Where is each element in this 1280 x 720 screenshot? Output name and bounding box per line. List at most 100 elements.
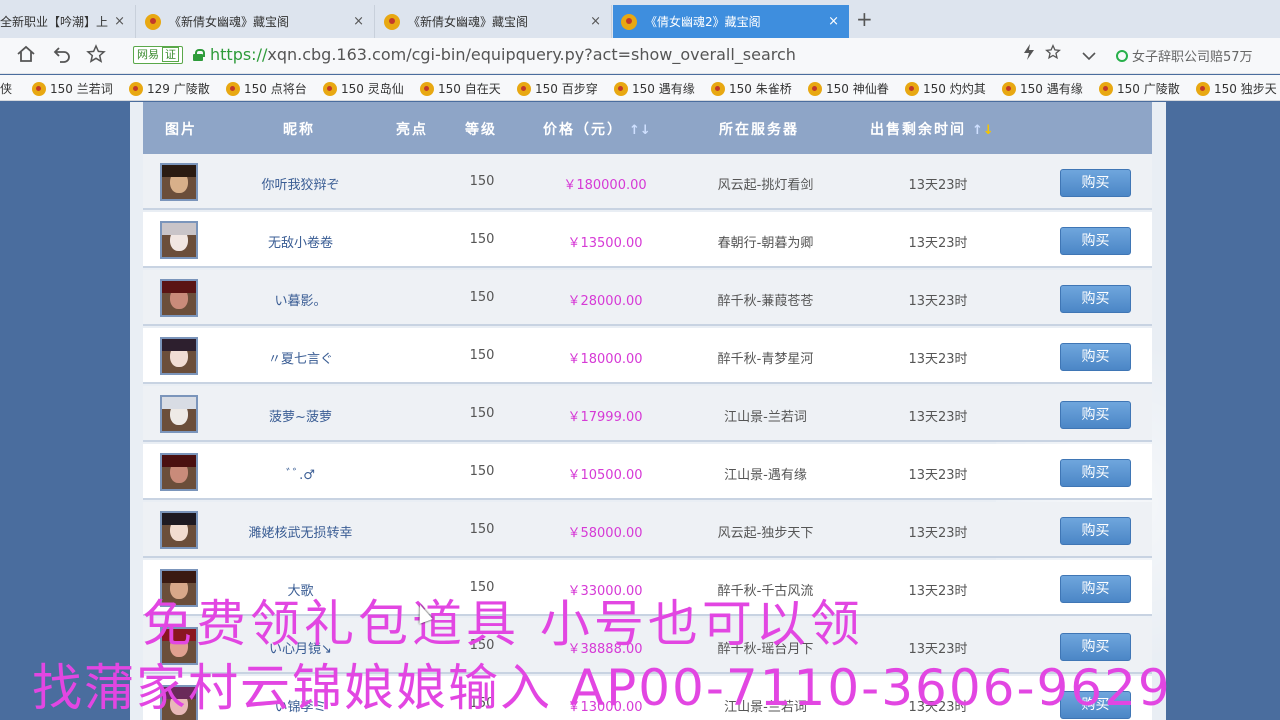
bookmark-label: 150 朱雀桥 <box>729 82 792 96</box>
character-name[interactable]: い暮影。 <box>213 290 388 309</box>
bookmark-item[interactable]: 150 遇有缘 <box>1002 80 1083 97</box>
tab-title: 《新倩女幽魂》藏宝阁 <box>408 15 529 29</box>
buy-button[interactable]: 购买 <box>1060 169 1131 197</box>
character-avatar[interactable] <box>160 337 198 375</box>
bookmark-item[interactable]: 129 广陵散 <box>129 80 210 97</box>
sort-arrows-icon[interactable]: ↑↓ <box>972 123 994 138</box>
buy-button[interactable]: 购买 <box>1060 343 1131 371</box>
bookmark-favicon-icon <box>905 81 919 96</box>
bookmark-label: 150 灼灼其 <box>923 82 986 96</box>
table-row[interactable]: い暮影。 150 ￥28000.00 醉千秋-蒹葭苍苍 13天23时 购买 <box>143 270 1152 326</box>
close-icon[interactable]: × <box>828 14 839 29</box>
star-icon[interactable] <box>86 44 106 69</box>
home-icon[interactable] <box>16 44 36 69</box>
character-avatar[interactable] <box>160 395 198 433</box>
bookmark-favicon-icon <box>129 81 143 96</box>
bookmark-item[interactable]: 150 灼灼其 <box>905 80 986 97</box>
bookmark-item[interactable]: 150 点将台 <box>226 80 307 97</box>
bookmark-item[interactable]: 150 自在天 <box>420 80 501 97</box>
character-server: 醉千秋-蒹葭苍苍 <box>717 294 814 309</box>
bookmark-label: 150 兰若词 <box>50 82 113 96</box>
bookmark-item[interactable]: 150 兰若词 <box>32 80 113 97</box>
character-name[interactable]: 菠萝~菠萝 <box>213 406 388 425</box>
character-level: 150 <box>469 464 495 479</box>
remaining-time: 13天23时 <box>908 526 968 541</box>
bookmarks-bar: 侠 150 兰若词 129 广陵散 150 点将台 150 灵岛仙 150 自在… <box>0 75 1280 101</box>
character-avatar[interactable] <box>160 163 198 201</box>
character-name[interactable]: 〃夏七言ぐ <box>213 348 388 367</box>
sort-arrows-icon[interactable]: ↑↓ <box>629 123 651 138</box>
bookmark-label: 150 广陵散 <box>1117 82 1180 96</box>
character-price: ￥180000.00 <box>563 178 647 193</box>
bookmark-item[interactable]: 150 遇有缘 <box>614 80 695 97</box>
url-protocol: https:// <box>210 45 268 64</box>
table-row[interactable]: 你听我狡辩ぞ 150 ￥180000.00 风云起-挑灯看剑 13天23时 购买 <box>143 154 1152 210</box>
character-name[interactable]: 濉姥核武无损转幸 <box>213 522 388 541</box>
close-icon[interactable]: × <box>114 14 125 29</box>
bookmark-star-icon[interactable] <box>1045 44 1061 64</box>
buy-button[interactable]: 购买 <box>1060 517 1131 545</box>
character-level: 150 <box>469 232 495 247</box>
bookmark-label: 150 神仙眷 <box>826 82 889 96</box>
bookmark-item[interactable]: 150 神仙眷 <box>808 80 889 97</box>
buy-button[interactable]: 购买 <box>1060 459 1131 487</box>
header-highlight: 亮点 <box>396 122 428 138</box>
lock-icon <box>193 49 205 61</box>
bookmark-label: 150 遇有缘 <box>1020 82 1083 96</box>
close-icon[interactable]: × <box>590 14 601 29</box>
character-server: 风云起-独步天下 <box>717 526 814 541</box>
header-price-label: 价格（元） <box>543 122 623 138</box>
buy-button[interactable]: 购买 <box>1060 285 1131 313</box>
chevron-down-icon[interactable] <box>1082 47 1096 65</box>
remaining-time: 13天23时 <box>908 236 968 251</box>
character-name[interactable]: 无敌小卷卷 <box>213 232 388 251</box>
bookmark-item[interactable]: 150 朱雀桥 <box>711 80 792 97</box>
browser-tab-4-active[interactable]: 《倩女幽魂2》藏宝阁 × <box>613 5 849 38</box>
game-favicon-icon <box>384 13 400 30</box>
search-suggestion[interactable]: 女子辞职公司赔57万 <box>1116 46 1253 65</box>
bookmark-item[interactable]: 150 百步穿 <box>517 80 598 97</box>
table-row[interactable]: ﾞﾞ.♂ 150 ￥10500.00 江山景-遇有缘 13天23时 购买 <box>143 444 1152 500</box>
character-level: 150 <box>469 174 495 189</box>
bookmark-label: 150 点将台 <box>244 82 307 96</box>
table-row[interactable]: 菠萝~菠萝 150 ￥17999.00 江山景-兰若词 13天23时 购买 <box>143 386 1152 442</box>
bookmark-favicon-icon <box>1196 81 1210 96</box>
remaining-time: 13天23时 <box>908 352 968 367</box>
table-row[interactable]: 无敌小卷卷 150 ￥13500.00 春朝行-朝暮为卿 13天23时 购买 <box>143 212 1152 268</box>
character-avatar[interactable] <box>160 279 198 317</box>
remaining-time: 13天23时 <box>908 410 968 425</box>
back-icon[interactable] <box>52 44 72 69</box>
character-avatar[interactable] <box>160 511 198 549</box>
close-icon[interactable]: × <box>353 14 364 29</box>
bookmark-item[interactable]: 150 独步天 <box>1196 80 1277 97</box>
buy-button[interactable]: 购买 <box>1060 401 1131 429</box>
browser-tab-1[interactable]: 全新职业【吟潮】上 × <box>0 5 136 38</box>
character-name[interactable]: ﾞﾞ.♂ <box>213 464 388 483</box>
buy-button[interactable]: 购买 <box>1060 575 1131 603</box>
bookmark-item[interactable]: 150 广陵散 <box>1099 80 1180 97</box>
new-tab-button[interactable]: + <box>856 9 873 29</box>
header-price[interactable]: 价格（元） ↑↓ <box>543 119 651 139</box>
bookmark-label: 150 独步天 <box>1214 82 1277 96</box>
character-level: 150 <box>469 522 495 537</box>
browser-tab-3[interactable]: 《新倩女幽魂》藏宝阁 × <box>376 5 612 38</box>
remaining-time: 13天23时 <box>908 178 968 193</box>
url-text[interactable]: https://xqn.cbg.163.com/cgi-bin/equipque… <box>210 45 796 64</box>
character-name[interactable]: 你听我狡辩ぞ <box>213 174 388 193</box>
character-avatar[interactable] <box>160 453 198 491</box>
table-row[interactable]: 〃夏七言ぐ 150 ￥18000.00 醉千秋-青梦星河 13天23时 购买 <box>143 328 1152 384</box>
browser-tab-2[interactable]: 《新倩女幽魂》藏宝阁 × <box>137 5 375 38</box>
header-time[interactable]: 出售剩余时间 ↑↓ <box>870 119 994 139</box>
table-row[interactable]: 濉姥核武无损转幸 150 ￥58000.00 风云起-独步天下 13天23时 购… <box>143 502 1152 558</box>
character-price: ￥58000.00 <box>567 526 643 541</box>
lightning-icon[interactable] <box>1023 44 1035 64</box>
bookmark-item[interactable]: 侠 <box>0 80 12 97</box>
table-header: 图片 昵称 亮点 等级 价格（元） ↑↓ 所在服务器 出售剩余时间 ↑↓ <box>143 102 1152 154</box>
buy-button[interactable]: 购买 <box>1060 227 1131 255</box>
bookmark-label: 150 遇有缘 <box>632 82 695 96</box>
bookmark-favicon-icon <box>323 81 337 96</box>
header-time-label: 出售剩余时间 <box>870 122 966 138</box>
character-level: 150 <box>469 290 495 305</box>
bookmark-item[interactable]: 150 灵岛仙 <box>323 80 404 97</box>
character-avatar[interactable] <box>160 221 198 259</box>
